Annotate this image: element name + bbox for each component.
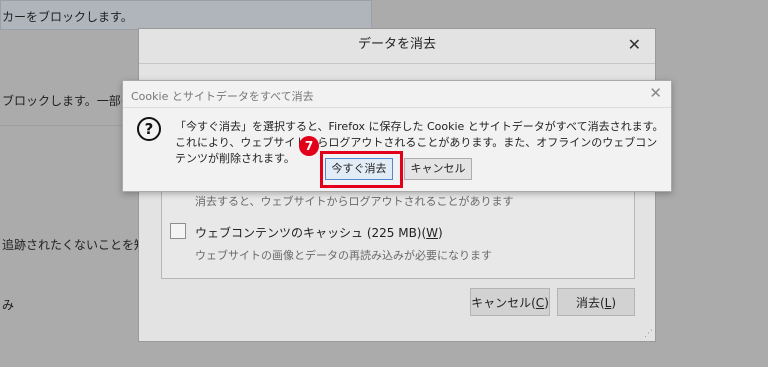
resize-grip-icon[interactable]: ⋰	[644, 329, 653, 339]
background-text-misc: み	[2, 298, 15, 312]
cancel-button[interactable]: キャンセル(C)	[470, 288, 550, 316]
question-icon: ?	[137, 117, 161, 141]
highlight-annotation-box	[320, 151, 403, 188]
confirm-cancel-button[interactable]: キャンセル	[404, 158, 472, 180]
cache-checkbox[interactable]	[170, 223, 186, 239]
clear-button[interactable]: 消去(L)	[557, 288, 635, 316]
cache-option-description: ウェブサイトの画像とデータの再読み込みが必要になります	[195, 249, 492, 262]
cache-option-label[interactable]: ウェブコンテンツのキャッシュ (225 MB)(W)	[195, 224, 443, 241]
close-icon[interactable]: ✕	[649, 84, 662, 102]
confirm-clear-dialog: Cookie とサイトデータをすべて消去 ✕ ? 「今すぐ消去」を選択すると、F…	[122, 80, 672, 192]
confirm-dialog-title: Cookie とサイトデータをすべて消去	[131, 90, 314, 103]
title-separator	[139, 63, 655, 64]
dialog-title: データを消去	[357, 37, 436, 52]
confirm-title-separator	[123, 107, 671, 108]
cookie-option-description: 消去すると、ウェブサイトからログアウトされることがあります	[195, 195, 514, 208]
background-divider	[0, 125, 140, 126]
step-number-badge: 7	[299, 136, 319, 156]
background-text-dnt: 追跡されたくないことを知ら	[2, 238, 159, 252]
clear-options-group: 消去すると、ウェブサイトからログアウトされることがあります ウェブコンテンツのキ…	[161, 179, 635, 279]
background-text-tracker: カーをブロックします。	[2, 10, 133, 24]
close-icon[interactable]: ✕	[628, 35, 641, 54]
